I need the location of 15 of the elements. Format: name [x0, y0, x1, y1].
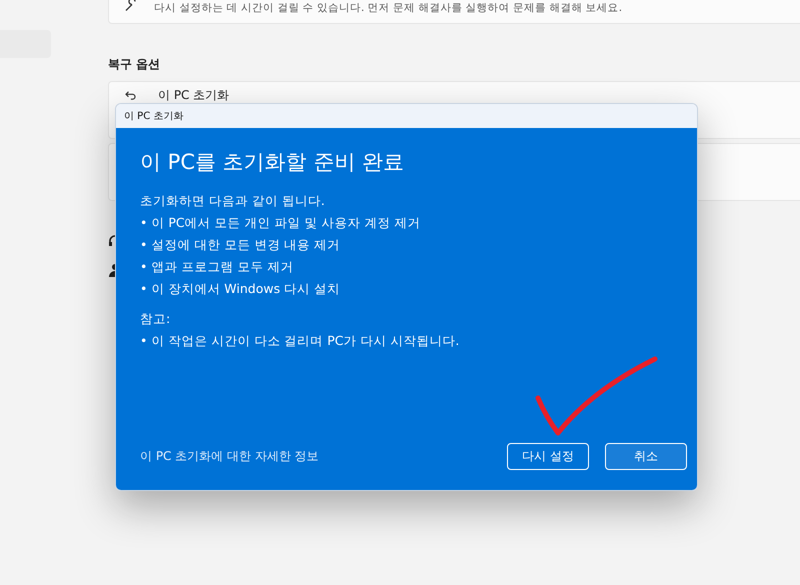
list-item: • 앱과 프로그램 모두 제거: [140, 258, 294, 276]
list-item: • 이 작업은 시간이 다소 걸리며 PC가 다시 시작됩니다.: [140, 332, 460, 350]
note-label: 참고:: [140, 310, 172, 328]
recovery-item-title: 이 PC 초기화: [158, 86, 230, 104]
dialog-title: 이 PC 초기화: [124, 110, 184, 123]
list-item: • 이 장치에서 Windows 다시 설치: [140, 280, 342, 298]
info-link[interactable]: 이 PC 초기화에 대한 자세한 정보: [140, 448, 319, 465]
section-title: 복구 옵션: [108, 56, 162, 73]
list-item: • 이 PC에서 모든 개인 파일 및 사용자 계정 제거: [140, 214, 422, 232]
dialog-heading: 이 PC를 초기화할 준비 완료: [140, 149, 406, 176]
reset-button[interactable]: 다시 설정: [507, 443, 589, 470]
cancel-button[interactable]: 취소: [605, 443, 687, 470]
list-item: • 설정에 대한 모든 변경 내용 제거: [140, 236, 342, 254]
intro-text: 초기화하면 다음과 같이 됩니다.: [140, 192, 326, 210]
notice-text: 다시 설정하는 데 시간이 걸릴 수 있습니다. 먼저 문제 해결사를 실행하여 문제를 해결해 보세요.: [154, 1, 622, 15]
